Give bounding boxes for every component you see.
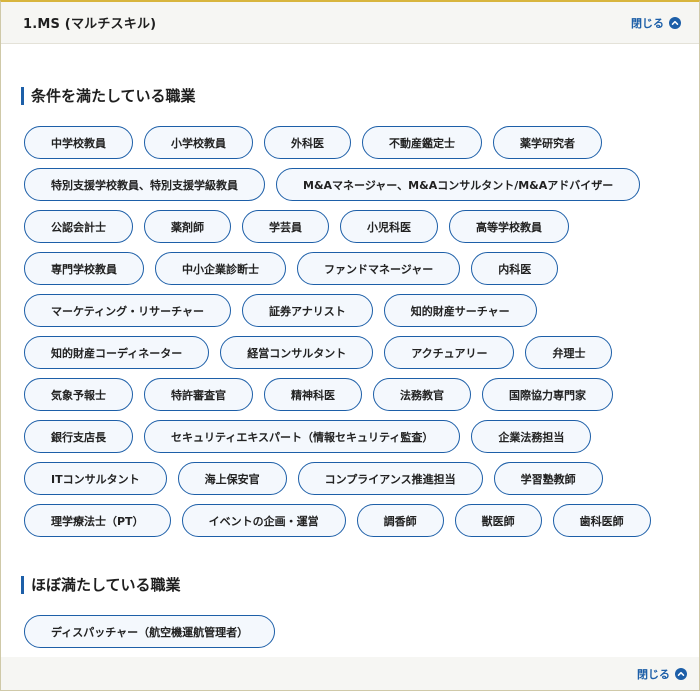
section-nearly-qualified: ほぼ満たしている職業 ディスパッチャー（航空機運航管理者） bbox=[21, 575, 679, 648]
close-label: 閉じる bbox=[637, 667, 670, 681]
job-tag[interactable]: 銀行支店長 bbox=[24, 420, 133, 453]
job-tag[interactable]: 高等学校教員 bbox=[449, 210, 569, 243]
job-tag-list: ディスパッチャー（航空機運航管理者） bbox=[21, 615, 679, 648]
job-tag[interactable]: 特許審査官 bbox=[144, 378, 253, 411]
panel-title: 1.MS (マルチスキル) bbox=[23, 17, 157, 32]
job-tag[interactable]: 小児科医 bbox=[340, 210, 438, 243]
job-tag[interactable]: 中学校教員 bbox=[24, 126, 133, 159]
job-tag[interactable]: 法務教官 bbox=[373, 378, 471, 411]
job-tag[interactable]: イベントの企画・運営 bbox=[181, 504, 346, 537]
job-tag[interactable]: 学芸員 bbox=[242, 210, 329, 243]
job-tag[interactable]: 不動産鑑定士 bbox=[362, 126, 482, 159]
job-tag[interactable]: セキュリティエキスパート（情報セキュリティ監査） bbox=[144, 420, 461, 453]
job-tag[interactable]: 内科医 bbox=[471, 252, 559, 285]
job-tag[interactable]: ファンドマネージャー bbox=[297, 252, 461, 285]
section-title-nearly-qualified: ほぼ満たしている職業 bbox=[21, 575, 679, 595]
job-tag[interactable]: 理学療法士（PT） bbox=[24, 504, 171, 537]
job-tag-list: 中学校教員 小学校教員 外科医 不動産鑑定士 薬学研究者特別支援学校教員、特別支援学級教… bbox=[21, 126, 679, 537]
job-tag[interactable]: マーケティング・リサーチャー bbox=[24, 294, 232, 327]
job-tag[interactable]: 小学校教員 bbox=[144, 126, 253, 159]
job-tag[interactable]: コンプライアンス推進担当 bbox=[297, 462, 483, 495]
chevron-up-icon bbox=[669, 16, 681, 29]
skill-panel: 1.MS (マルチスキル) 閉じる 条件を満たしている職業 中学校教員 小学校教員… bbox=[0, 0, 700, 691]
job-tag[interactable]: 中小企業診断士 bbox=[155, 252, 286, 285]
job-tag[interactable]: ディスパッチャー（航空機運航管理者） bbox=[24, 615, 276, 648]
job-tag[interactable]: 専門学校教員 bbox=[24, 252, 144, 285]
job-tag[interactable]: 薬学研究者 bbox=[493, 126, 602, 159]
chevron-up-icon bbox=[675, 667, 687, 680]
job-tag[interactable]: 学習塾教師 bbox=[493, 462, 603, 495]
close-label: 閉じる bbox=[631, 16, 664, 30]
job-tag[interactable]: 知的財産サーチャー bbox=[383, 294, 537, 327]
section-title-qualified: 条件を満たしている職業 bbox=[21, 86, 679, 106]
job-tag[interactable]: 調香師 bbox=[356, 504, 444, 537]
panel-content: 条件を満たしている職業 中学校教員 小学校教員 外科医 不動産鑑定士 薬学研究者特別支援… bbox=[1, 44, 699, 648]
job-tag[interactable]: 証券アナリスト bbox=[242, 294, 373, 327]
job-tag[interactable]: 国際協力専門家 bbox=[482, 378, 613, 411]
job-tag[interactable]: 弁理士 bbox=[525, 336, 613, 369]
job-tag[interactable]: 獣医師 bbox=[454, 504, 542, 537]
job-tag[interactable]: 企業法務担当 bbox=[471, 420, 592, 453]
job-tag[interactable]: ITコンサルタント bbox=[24, 462, 167, 495]
section-qualified: 条件を満たしている職業 中学校教員 小学校教員 外科医 不動産鑑定士 薬学研究者特別支援… bbox=[21, 86, 679, 537]
job-tag[interactable]: アクチュアリー bbox=[384, 336, 515, 369]
job-tag[interactable]: M&Aマネージャー、M&Aコンサルタント/M&Aアドバイザー bbox=[276, 168, 641, 201]
job-tag[interactable]: 知的財産コーディネーター bbox=[24, 336, 210, 369]
job-tag[interactable]: 気象予報士 bbox=[24, 378, 133, 411]
job-tag[interactable]: 海上保安官 bbox=[177, 462, 287, 495]
panel-header: 1.MS (マルチスキル) 閉じる bbox=[1, 2, 699, 44]
job-tag[interactable]: 精神科医 bbox=[264, 378, 362, 411]
close-toggle-bottom[interactable]: 閉じる bbox=[637, 666, 687, 682]
job-tag[interactable]: 公認会計士 bbox=[24, 210, 133, 243]
job-tag[interactable]: 特別支援学校教員、特別支援学級教員 bbox=[24, 168, 265, 201]
close-toggle-top[interactable]: 閉じる bbox=[631, 15, 681, 31]
job-tag[interactable]: 経営コンサルタント bbox=[220, 336, 374, 369]
job-tag[interactable]: 歯科医師 bbox=[552, 504, 651, 537]
job-tag[interactable]: 外科医 bbox=[264, 126, 351, 159]
job-tag[interactable]: 薬剤師 bbox=[144, 210, 231, 243]
panel-footer: 閉じる bbox=[1, 657, 699, 690]
